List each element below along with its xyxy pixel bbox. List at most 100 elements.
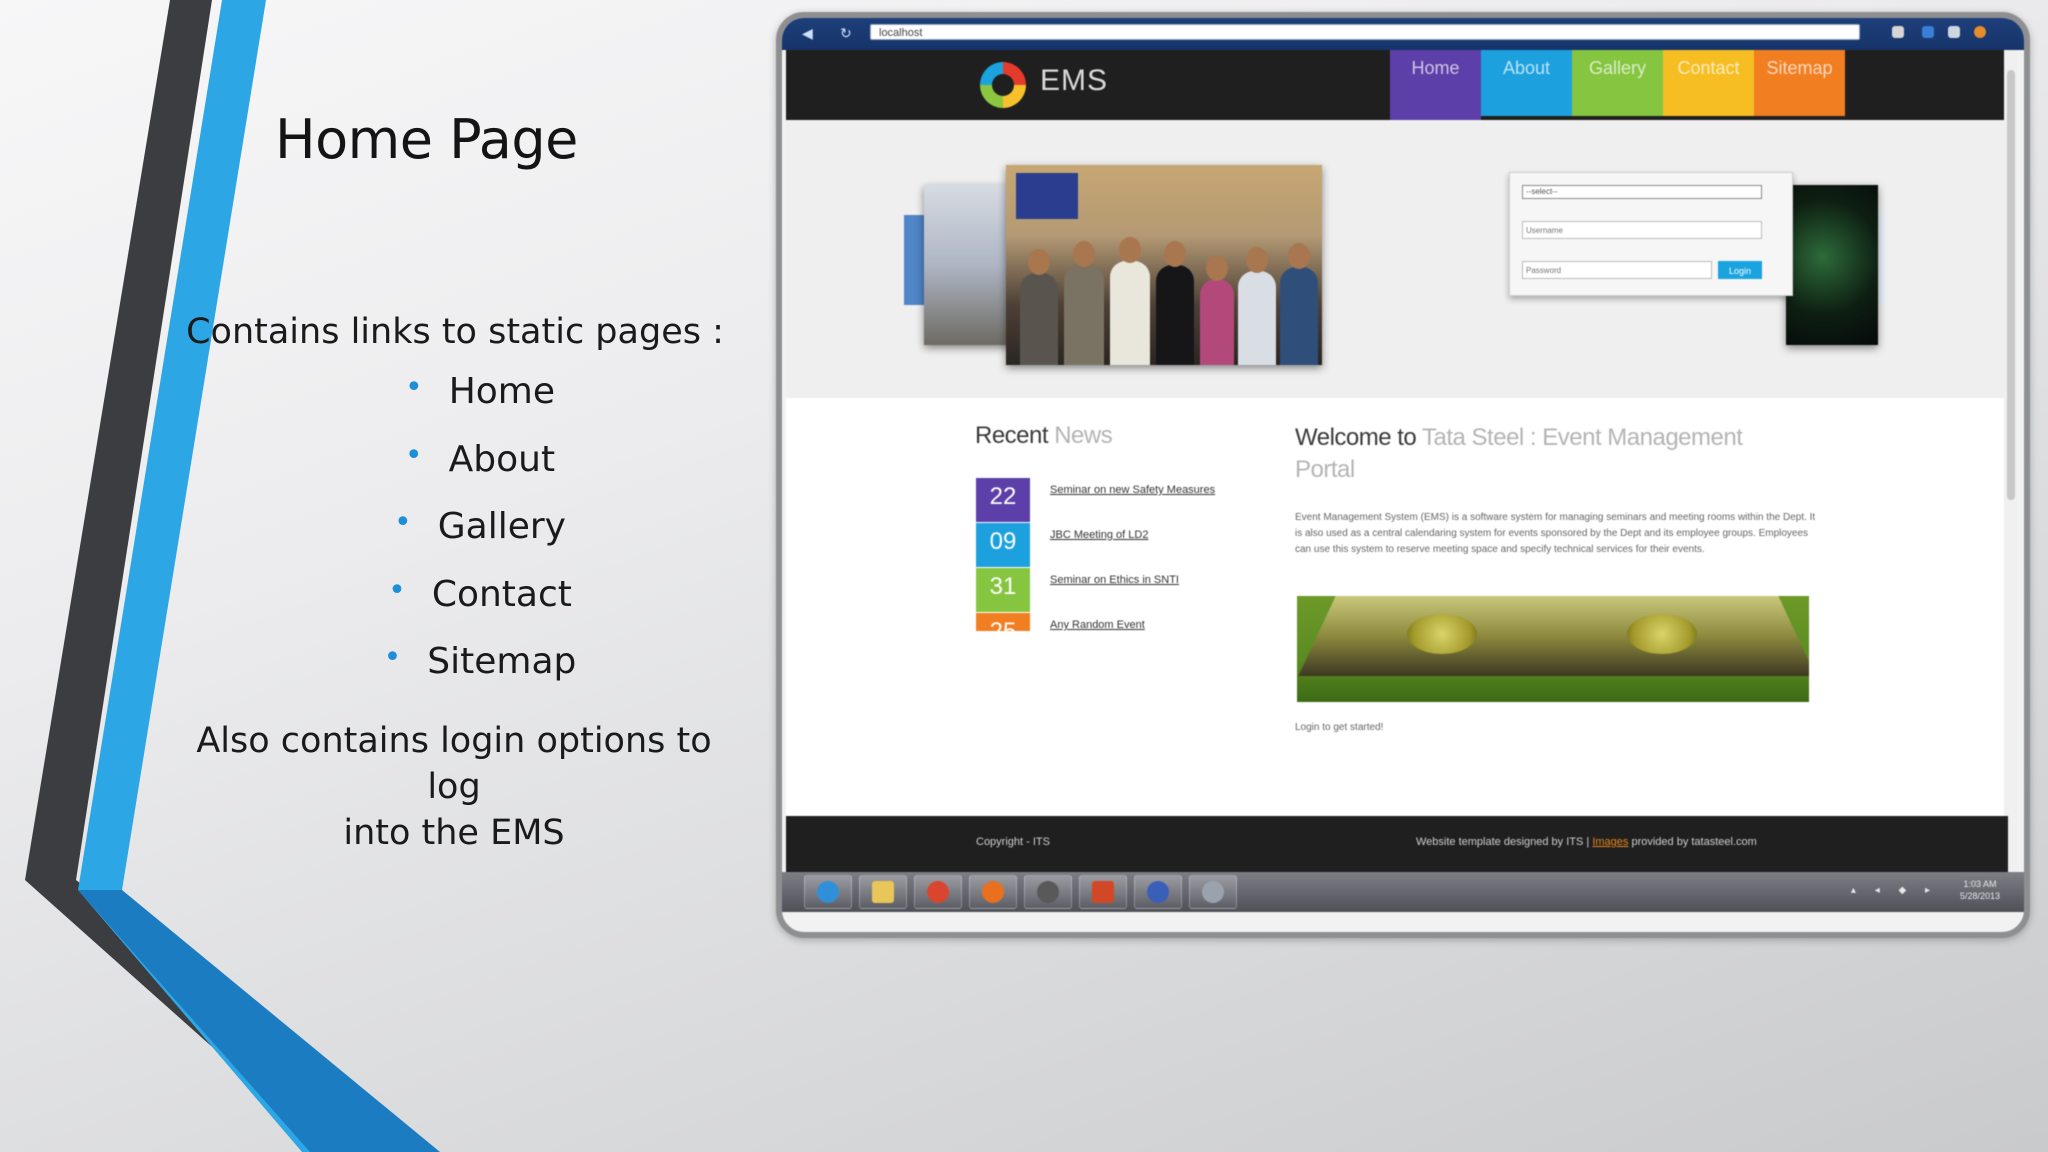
network-icon[interactable] [1134,875,1182,909]
gallery-photo-group[interactable] [1006,165,1322,365]
app-icon[interactable] [1024,875,1072,909]
news-link[interactable]: Any Random Event [1050,619,1145,631]
slide-footer-text: Also contains login options to log into … [170,718,738,856]
bullet-label: Contact [431,573,572,615]
site-header: EMS Home About Gallery Contact Sitemap [786,50,2008,122]
gallery-photo-night[interactable] [1786,185,1878,345]
role-select[interactable]: --select-- [1522,185,1762,199]
news-link[interactable]: JBC Meeting of LD2 [1050,529,1148,541]
news-heading-strong: Recent [975,422,1049,449]
footer-credit-suffix: provided by tatasteel.com [1628,836,1757,848]
news-heading-light: News [1054,422,1113,449]
slide-intro-text: Contains links to static pages : [186,312,724,352]
photo-person [1110,237,1150,365]
reload-icon[interactable]: ↻ [840,25,852,42]
bullet-label: Sitemap [427,641,577,682]
welcome-heading-light: Tata Steel : Event Management [1422,424,1743,451]
photo-person [1200,255,1234,365]
ems-logo-icon[interactable] [980,62,1026,108]
website-screenshot: ◀ ↻ localhost EMS Home About Gallery Con… [776,12,2030,938]
bullet-label: Home [448,371,555,412]
settings-icon[interactable] [1189,875,1237,909]
content-area: Recent News 22 Seminar on new Safety Mea… [786,398,2008,816]
chevron-dark-blue-band [78,890,440,1152]
photo-person [1280,243,1318,365]
powerpoint-icon[interactable] [1079,875,1127,909]
clock-time: 1:03 AM [1963,879,1997,889]
bullet-item: • Sitemap [200,640,760,708]
welcome-image [1297,596,1809,702]
login-panel: --select-- Login [1509,172,1793,296]
nav-about[interactable]: About [1481,50,1572,116]
photo-person [1156,241,1194,365]
password-field[interactable] [1522,261,1712,279]
logo-text[interactable]: EMS [1040,64,1108,98]
nav-sitemap[interactable]: Sitemap [1754,50,1845,116]
news-date-badge: 22 [976,478,1030,522]
bullet-dot-icon: • [394,505,412,540]
news-item[interactable]: 09 JBC Meeting of LD2 [976,523,1276,567]
slide-footer-line-1: Also contains login options to log [196,721,712,807]
gallery-photo-meeting[interactable] [924,185,1014,345]
news-date-badge: 09 [976,523,1030,567]
slide-bullet-list: • Home • About • Gallery • Contact • Sitemap [200,370,760,708]
extension-icon[interactable] [1922,26,1934,38]
bullet-item: • Home [200,370,760,438]
back-icon[interactable]: ◀ [802,25,813,42]
clock-date: 5/28/2013 [1959,891,2000,901]
taskbar-clock[interactable]: 1:03 AM 5/28/2013 [1960,878,2000,902]
news-item[interactable]: 22 Seminar on new Safety Measures [976,478,1276,522]
news-link[interactable]: Seminar on Ethics in SNTI [1050,574,1179,586]
page-scrollbar[interactable] [2004,50,2018,872]
footer-copyright: Copyright - ITS [976,836,1050,848]
bullet-dot-icon: • [404,370,423,405]
news-date-badge: 25 [976,613,1030,631]
news-date-badge: 31 [976,568,1030,612]
bullet-dot-icon: • [388,572,406,608]
image-shape [1407,614,1477,654]
image-shape [1627,614,1697,654]
photo-person [1238,247,1276,365]
bullet-label: Gallery [437,506,566,547]
welcome-heading-strong: Welcome to [1295,424,1417,451]
welcome-heading-light-2: Portal [1295,456,1355,483]
site-footer: Copyright - ITS Website template designe… [786,816,2008,872]
file-explorer-icon[interactable] [859,875,907,909]
address-bar[interactable]: localhost [870,24,1860,40]
photo-person [1064,241,1104,365]
nav-home[interactable]: Home [1390,50,1481,122]
footer-credit: Website template designed by ITS | Image… [1416,836,1757,848]
system-tray-icons[interactable]: ▴ ◂ ◆ ▸ [1851,885,1938,896]
news-link[interactable]: Seminar on new Safety Measures [1050,484,1215,496]
nav-contact[interactable]: Contact [1663,50,1754,116]
banner-area: --select-- Login [786,120,2008,398]
username-field[interactable] [1522,221,1762,239]
windows-taskbar: ▴ ◂ ◆ ▸ 1:03 AM 5/28/2013 [782,872,2024,912]
scrollbar-thumb[interactable] [2007,70,2015,500]
photo-backdrop [1016,173,1078,219]
welcome-cta: Login to get started! [1295,722,1384,733]
news-item[interactable]: 25 Any Random Event [976,613,1276,631]
footer-images-link[interactable]: Images [1592,836,1628,848]
extension-icon[interactable] [1892,26,1904,38]
login-button[interactable]: Login [1718,261,1762,279]
profile-icon[interactable] [1974,26,1986,38]
slide-footer-line-2: into the EMS [343,813,565,853]
bullet-dot-icon: • [404,437,423,473]
firefox-icon[interactable] [969,875,1017,909]
internet-explorer-icon[interactable] [804,875,852,909]
news-item[interactable]: 31 Seminar on Ethics in SNTI [976,568,1276,612]
menu-icon[interactable] [1948,26,1960,38]
bullet-item: • Gallery [200,505,760,573]
news-heading: Recent News [975,422,1113,450]
chrome-icon[interactable] [914,875,962,909]
bullet-dot-icon: • [383,640,402,675]
nav-gallery[interactable]: Gallery [1572,50,1663,116]
bullet-item: • Contact [200,573,760,641]
welcome-heading: Welcome to Tata Steel : Event Management… [1295,422,1815,486]
slide-title: Home Page [275,108,578,171]
photo-person [1020,249,1058,365]
browser-toolbar: ◀ ↻ localhost [782,18,2024,50]
bullet-label: About [448,438,556,480]
bullet-item: • About [200,438,760,506]
